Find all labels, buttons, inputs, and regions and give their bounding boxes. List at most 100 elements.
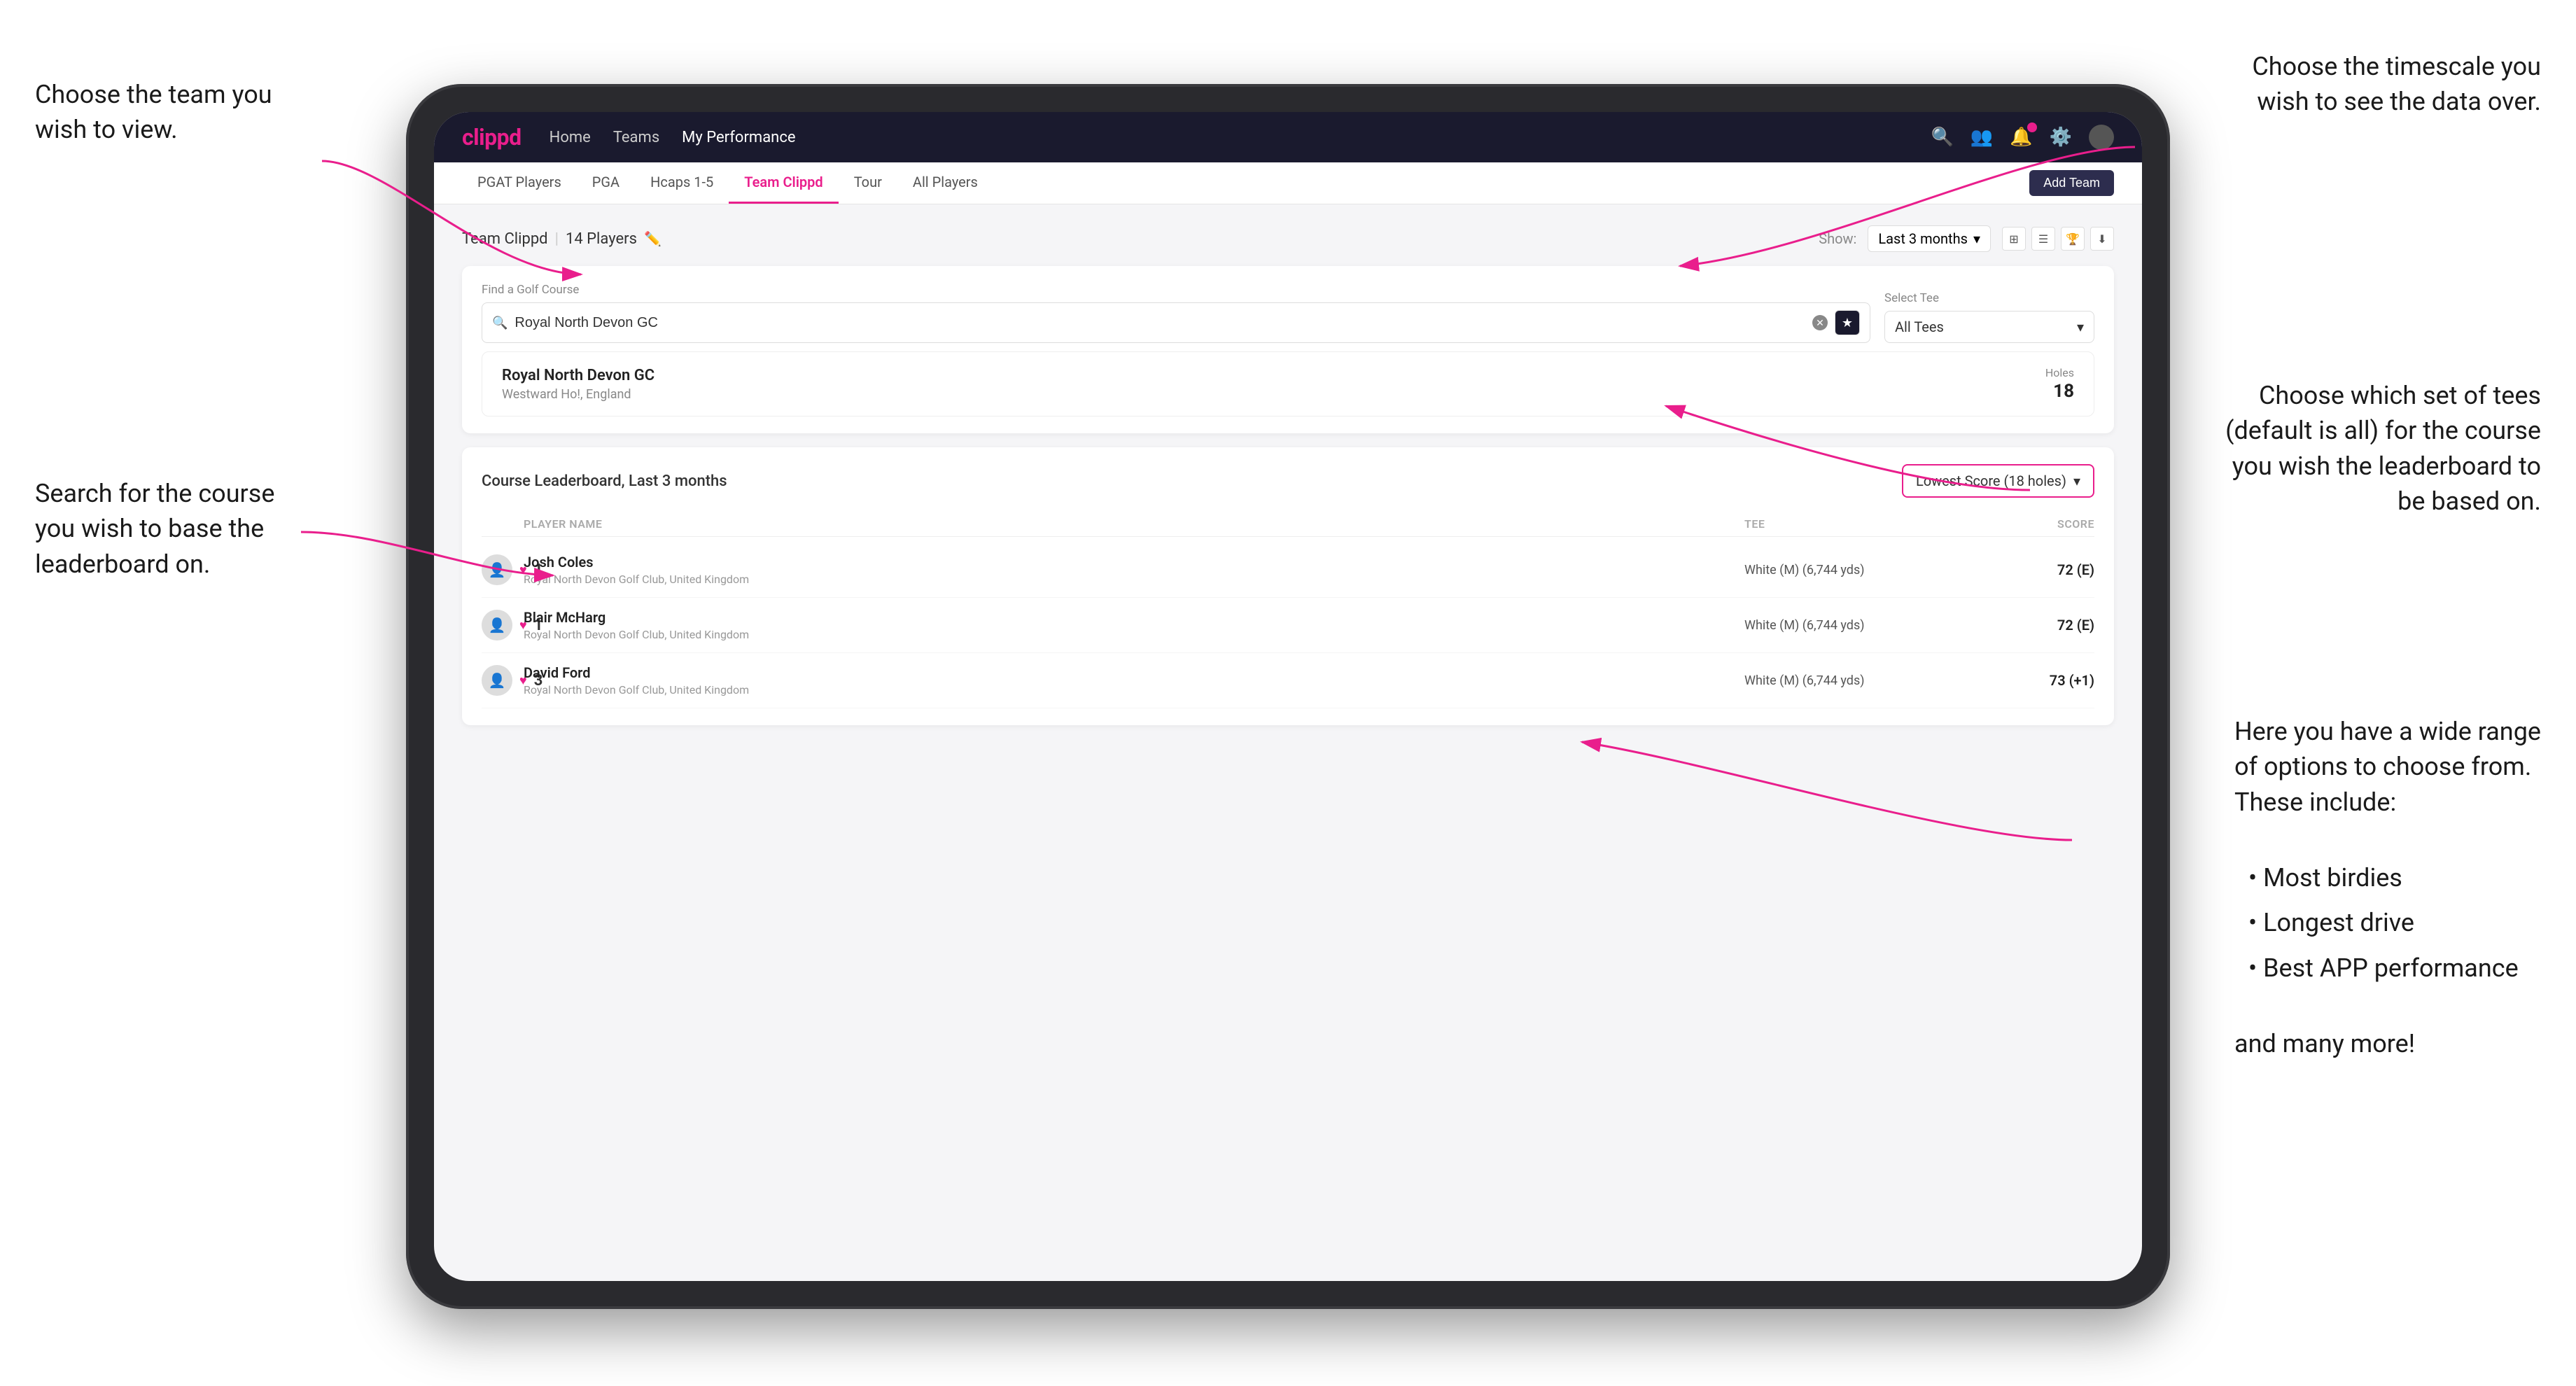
sub-navbar: PGAT Players PGA Hcaps 1-5 Team Clippd T… xyxy=(434,162,2142,204)
sub-nav-tabs: PGAT Players PGA Hcaps 1-5 Team Clippd T… xyxy=(462,162,993,204)
score-type-value: Lowest Score (18 holes) xyxy=(1916,472,2066,489)
nav-link-home[interactable]: Home xyxy=(550,129,591,146)
course-holes: Holes 18 xyxy=(2045,366,2074,402)
nav-link-myperformance[interactable]: My Performance xyxy=(682,129,795,146)
settings-icon[interactable]: ⚙️ xyxy=(2050,127,2072,148)
timescale-value: Last 3 months xyxy=(1878,230,1968,247)
people-icon[interactable]: 👥 xyxy=(1970,127,1993,148)
tab-pga[interactable]: PGA xyxy=(577,162,635,204)
player-club-2: Royal North Devon Golf Club, United King… xyxy=(524,628,1744,641)
app-nav-right: 🔍 👥 🔔 ⚙️ xyxy=(1931,125,2115,150)
annotation-tees: Choose which set of tees (default is all… xyxy=(2225,378,2541,519)
player-name-2: Blair McHarg xyxy=(524,609,1744,626)
player-name-1: Josh Coles xyxy=(524,554,1744,570)
search-icon[interactable]: 🔍 xyxy=(1931,127,1954,148)
tab-all-players[interactable]: All Players xyxy=(897,162,993,204)
user-avatar[interactable] xyxy=(2089,125,2114,150)
app-nav-links: Home Teams My Performance xyxy=(550,129,1903,146)
edit-icon[interactable]: ✏️ xyxy=(644,230,662,247)
tee-cell-1: White (M) (6,744 yds) xyxy=(1744,563,1954,578)
tablet-screen: clippd Home Teams My Performance 🔍 👥 🔔 ⚙… xyxy=(434,112,2142,1281)
table-row: 👤 ♥ 1 Josh Coles Royal North Devon Golf … xyxy=(482,542,2094,598)
pipe-divider: | xyxy=(555,230,559,248)
bullet-drive: • Longest drive xyxy=(2248,900,2541,946)
course-name: Royal North Devon GC xyxy=(502,367,654,384)
favourite-button[interactable]: ★ xyxy=(1835,310,1860,335)
course-result-info: Royal North Devon GC Westward Ho!, Engla… xyxy=(502,367,654,402)
leaderboard-title: Course Leaderboard, Last 3 months xyxy=(482,472,727,490)
bullet-app: • Best APP performance xyxy=(2248,946,2541,991)
annotation-timescale: Choose the timescale you wish to see the… xyxy=(2252,49,2541,120)
score-cell-2: 72 (E) xyxy=(1954,617,2094,634)
tee-cell-3: White (M) (6,744 yds) xyxy=(1744,673,1954,688)
timescale-dropdown[interactable]: Last 3 months ▾ xyxy=(1868,225,1991,252)
tee-value: All Tees xyxy=(1895,318,1944,335)
notification-badge xyxy=(2027,122,2037,132)
leaderboard-header: Course Leaderboard, Last 3 months Lowest… xyxy=(482,464,2094,498)
select-tee-label: Select Tee xyxy=(1884,291,2094,305)
course-search-input[interactable] xyxy=(514,315,1805,331)
chevron-down-icon: ▾ xyxy=(1973,230,1980,247)
bullet-birdies: • Most birdies xyxy=(2248,855,2541,901)
annotation-choose-team: Choose the team you wish to view. xyxy=(35,77,272,148)
player-club-1: Royal North Devon Golf Club, United King… xyxy=(524,573,1744,586)
holes-number: 18 xyxy=(2045,381,2074,402)
player-info-1: Josh Coles Royal North Devon Golf Club, … xyxy=(524,554,1744,586)
team-header: Team Clippd | 14 Players ✏️ Show: Last 3… xyxy=(462,225,2114,252)
add-team-button[interactable]: Add Team xyxy=(2029,170,2114,196)
trophy-icon-button[interactable]: 🏆 xyxy=(2061,227,2085,251)
tee-select-group: Select Tee All Tees ▾ xyxy=(1884,291,2094,343)
leaderboard-table-header: PLAYER NAME TEE SCORE xyxy=(482,512,2094,537)
find-course-label: Find a Golf Course xyxy=(482,283,1870,297)
bell-icon[interactable]: 🔔 xyxy=(2010,127,2032,148)
tee-dropdown[interactable]: All Tees ▾ xyxy=(1884,311,2094,343)
list-view-button[interactable]: ☰ xyxy=(2031,227,2055,251)
table-row: 👤 ♥ 1 Blair McHarg Royal North Devon Gol… xyxy=(482,598,2094,653)
team-header-right: Show: Last 3 months ▾ ⊞ ☰ 🏆 ⬇ xyxy=(1819,225,2114,252)
course-location: Westward Ho!, England xyxy=(502,387,654,402)
tab-pgat-players[interactable]: PGAT Players xyxy=(462,162,577,204)
grid-view-button[interactable]: ⊞ xyxy=(2002,227,2026,251)
annotation-search-course: Search for the course you wish to base t… xyxy=(35,476,274,582)
view-icons: ⊞ ☰ 🏆 ⬇ xyxy=(2002,227,2114,251)
main-content: Team Clippd | 14 Players ✏️ Show: Last 3… xyxy=(434,204,2142,746)
rank-cell-3: 👤 ♥ 3 xyxy=(482,665,524,696)
tab-team-clippd[interactable]: Team Clippd xyxy=(729,162,838,204)
course-search-input-wrap: 🔍 ✕ ★ xyxy=(482,302,1870,343)
score-type-dropdown[interactable]: Lowest Score (18 holes) ▾ xyxy=(1902,464,2094,498)
clear-search-button[interactable]: ✕ xyxy=(1812,315,1828,330)
player-info-3: David Ford Royal North Devon Golf Club, … xyxy=(524,664,1744,696)
download-button[interactable]: ⬇ xyxy=(2090,227,2114,251)
table-row: 👤 ♥ 3 David Ford Royal North Devon Golf … xyxy=(482,653,2094,708)
search-icon: 🔍 xyxy=(492,316,507,330)
nav-link-teams[interactable]: Teams xyxy=(613,129,659,146)
avatar-3: 👤 xyxy=(482,665,512,696)
score-cell-1: 72 (E) xyxy=(1954,561,2094,578)
player-name-3: David Ford xyxy=(524,664,1744,681)
tab-hcaps[interactable]: Hcaps 1-5 xyxy=(635,162,729,204)
tab-tour[interactable]: Tour xyxy=(839,162,897,204)
col-score-label: SCORE xyxy=(1954,517,2094,531)
team-title: Team Clippd | 14 Players ✏️ xyxy=(462,230,662,248)
chevron-down-icon: ▾ xyxy=(2073,472,2080,489)
score-cell-3: 73 (+1) xyxy=(1954,672,2094,689)
player-club-3: Royal North Devon Golf Club, United King… xyxy=(524,683,1744,696)
col-player-label: PLAYER NAME xyxy=(524,517,1744,531)
col-tee-label: TEE xyxy=(1744,517,1954,531)
chevron-down-icon: ▾ xyxy=(2077,318,2084,335)
show-label: Show: xyxy=(1819,230,1856,247)
course-search-group: Find a Golf Course 🔍 ✕ ★ xyxy=(482,283,1870,343)
and-more-text: and many more! xyxy=(2234,1029,2415,1058)
course-result: Royal North Devon GC Westward Ho!, Engla… xyxy=(482,351,2094,416)
tablet-frame: clippd Home Teams My Performance 🔍 👥 🔔 ⚙… xyxy=(406,84,2170,1309)
avatar-1: 👤 xyxy=(482,554,512,585)
avatar-2: 👤 xyxy=(482,610,512,640)
holes-label: Holes xyxy=(2045,366,2074,379)
course-search-panel: Find a Golf Course 🔍 ✕ ★ Select Tee All … xyxy=(462,266,2114,433)
team-name: Team Clippd xyxy=(462,230,548,248)
player-info-2: Blair McHarg Royal North Devon Golf Club… xyxy=(524,609,1744,641)
leaderboard-panel: Course Leaderboard, Last 3 months Lowest… xyxy=(462,447,2114,725)
rank-cell-2: 👤 ♥ 1 xyxy=(482,610,524,640)
tee-cell-2: White (M) (6,744 yds) xyxy=(1744,618,1954,633)
app-logo: clippd xyxy=(462,124,522,150)
